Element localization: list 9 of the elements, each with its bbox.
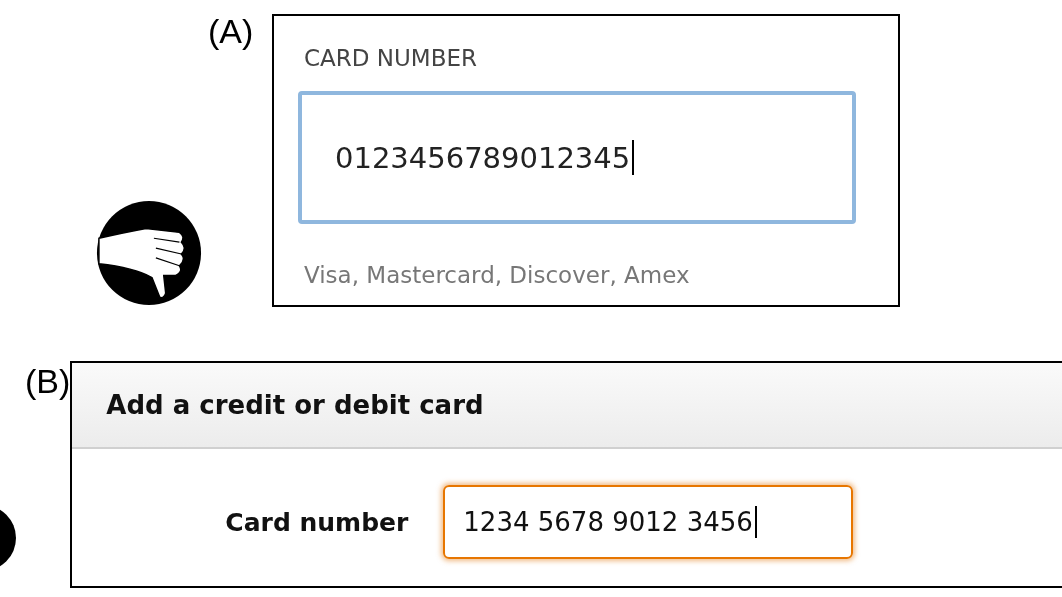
field-label: Card number <box>224 507 409 537</box>
hint-text: Visa, Mastercard, Discover, Amex <box>304 262 691 288</box>
card-number-field[interactable]: 0123456789012345 <box>298 91 856 224</box>
panel-label: (A) <box>208 14 255 48</box>
dialog-title: Add a credit or debit card <box>106 390 484 420</box>
card-number-field[interactable]: 1234 5678 9012 3456 <box>443 485 854 559</box>
panel-label: (B) <box>25 364 71 402</box>
field-label: CARD NUMBER <box>304 45 478 71</box>
thumbs-down-icon <box>95 199 203 307</box>
